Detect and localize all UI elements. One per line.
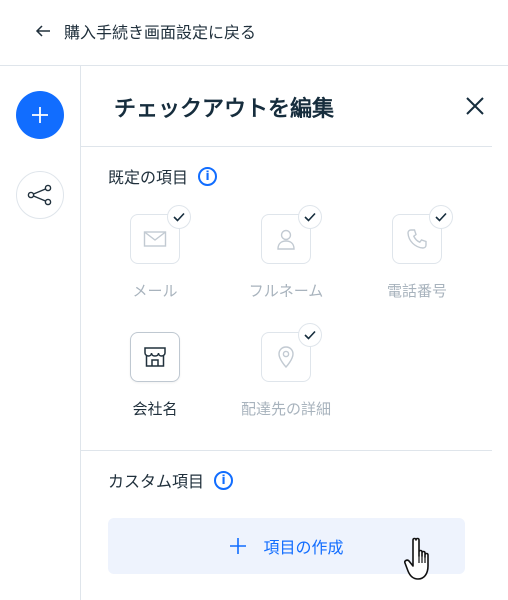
top-bar: 購入手続き画面設定に戻る xyxy=(0,0,508,66)
back-link[interactable]: 購入手続き画面設定に戻る xyxy=(34,19,256,43)
field-email-label: メール xyxy=(132,282,178,300)
field-phone-label: 電話番号 xyxy=(386,282,447,300)
mail-icon xyxy=(143,231,167,247)
field-full-name: フルネーム xyxy=(226,205,346,301)
add-button[interactable] xyxy=(16,91,64,139)
default-fields-heading: 既定の項目 i xyxy=(108,164,218,188)
hand-cursor-icon xyxy=(404,537,429,580)
section-divider xyxy=(81,450,492,451)
person-icon xyxy=(277,229,295,250)
custom-fields-heading: カスタム項目 i xyxy=(108,468,234,492)
panel-title: チェックアウトを編集 xyxy=(114,97,335,122)
back-link-label: 購入手続き画面設定に戻る xyxy=(64,23,257,42)
arrow-left-icon xyxy=(35,25,50,37)
branch-icon xyxy=(27,184,52,206)
default-fields-title: 既定の項目 xyxy=(108,168,189,187)
field-email-tile xyxy=(130,205,191,264)
info-icon[interactable]: i xyxy=(198,166,218,186)
custom-fields-title: カスタム項目 xyxy=(108,472,205,491)
info-icon[interactable]: i xyxy=(214,470,234,490)
check-icon xyxy=(298,205,322,229)
field-phone-tile xyxy=(392,205,453,264)
edit-checkout-panel: チェックアウトを編集 既定の項目 i メール フルネーム 電話番号 会社名 配達… xyxy=(81,66,508,600)
left-rail xyxy=(0,66,81,600)
check-icon xyxy=(429,205,453,229)
field-company-tile[interactable] xyxy=(130,332,180,382)
store-icon xyxy=(144,347,166,367)
field-company[interactable]: 会社名 xyxy=(95,332,215,419)
close-icon[interactable] xyxy=(464,95,486,117)
create-field-label: 項目の作成 xyxy=(263,538,344,557)
checkout-flow-button[interactable] xyxy=(16,171,64,219)
check-icon xyxy=(167,205,191,229)
field-full-name-label: フルネーム xyxy=(248,282,324,300)
phone-icon xyxy=(407,229,427,249)
field-delivery-details: 配達先の詳細 xyxy=(226,323,346,419)
field-company-label: 会社名 xyxy=(132,400,178,418)
plus-icon xyxy=(32,107,48,123)
plus-icon xyxy=(230,538,247,554)
field-delivery-details-tile xyxy=(261,323,322,382)
field-phone: 電話番号 xyxy=(357,205,477,301)
panel-header: チェックアウトを編集 xyxy=(81,66,492,147)
field-email: メール xyxy=(95,205,215,301)
check-icon xyxy=(298,323,322,347)
field-delivery-details-label: 配達先の詳細 xyxy=(240,400,331,418)
field-full-name-tile xyxy=(261,205,322,264)
location-pin-icon xyxy=(278,346,294,369)
